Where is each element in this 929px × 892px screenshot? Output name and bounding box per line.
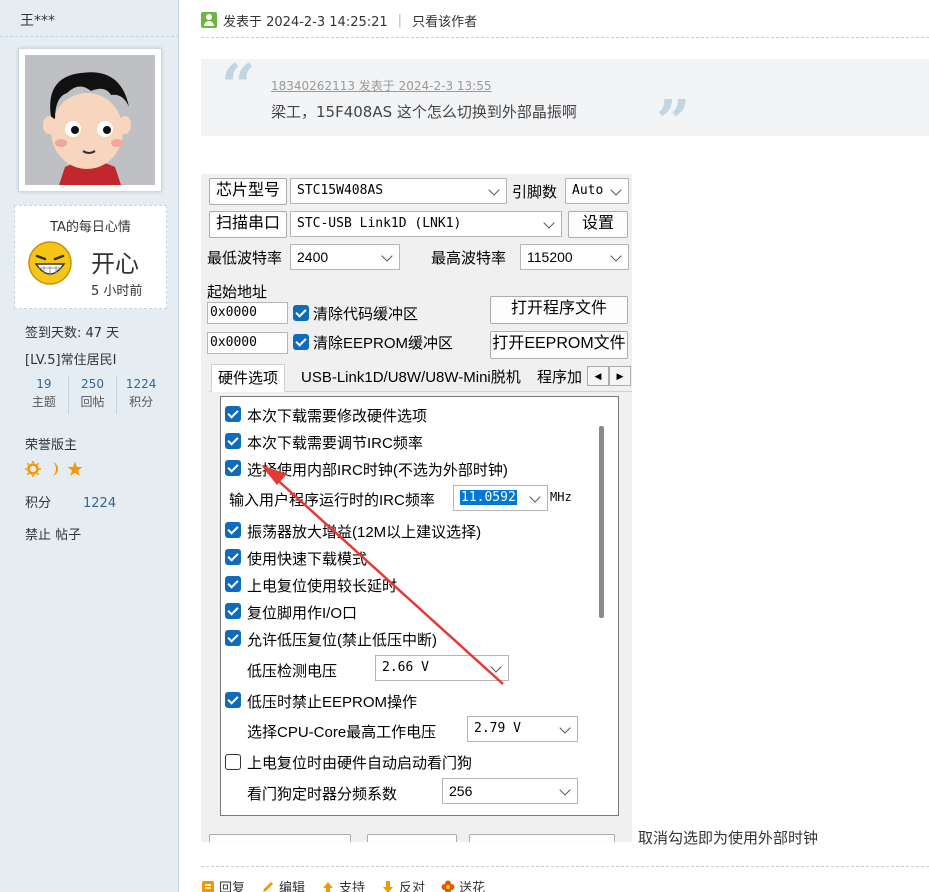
- edit-label: 编辑: [279, 881, 306, 892]
- happy-face-icon: [27, 240, 73, 286]
- daily-mood-box: TA的每日心情 开心 5 小时前: [14, 205, 167, 309]
- stat-points[interactable]: 1224 积分: [117, 376, 165, 414]
- stat-replies[interactable]: 250 回帖: [69, 376, 118, 414]
- mood-time: 5 小时前: [91, 284, 143, 299]
- honor-title: 荣誉版主: [25, 438, 78, 453]
- post-caption: 取消勾选即为使用外部时钟: [638, 829, 819, 847]
- stat-topics[interactable]: 19 主题: [20, 376, 69, 414]
- avatar-image: [25, 55, 155, 185]
- user-level[interactable]: [LV.5]常住居民I: [25, 349, 116, 368]
- only-author-link[interactable]: 只看该作者: [412, 11, 477, 30]
- rank-medals: [25, 461, 83, 477]
- stat-replies-label: 回帖: [80, 395, 105, 409]
- isp-screenshot[interactable]: 芯片型号 STC15W408AS 引脚数 Auto 扫描串口 STC-USB L…: [201, 174, 632, 842]
- stat-topics-label: 主题: [31, 395, 56, 409]
- star-icon: [67, 461, 83, 476]
- post-header: 发表于 2024-2-3 14:25:21 | 只看该作者: [201, 10, 477, 30]
- reply-label: 回复: [219, 881, 246, 892]
- signin-days: 签到天数: 47 天: [25, 326, 120, 341]
- reply-button[interactable]: 回复: [201, 877, 245, 892]
- separator: |: [397, 12, 403, 28]
- flower-icon: [441, 880, 455, 892]
- divider: [201, 866, 929, 867]
- divider: [201, 37, 929, 38]
- reply-icon: [202, 880, 214, 892]
- points-value[interactable]: 1224: [83, 496, 116, 511]
- stat-points-label: 积分: [129, 395, 154, 409]
- post-time: 发表于 2024-2-3 14:25:21: [223, 14, 388, 30]
- divider: [0, 36, 179, 37]
- send-flower-button[interactable]: 送花: [441, 877, 485, 892]
- sun-icon: [25, 461, 41, 477]
- annotation-arrow: [261, 465, 504, 685]
- support-button[interactable]: 支持: [321, 877, 365, 892]
- stat-replies-count[interactable]: 250: [69, 376, 117, 392]
- moon-icon: [51, 462, 58, 476]
- stat-topics-count[interactable]: 19: [20, 376, 68, 392]
- ban-post-link[interactable]: 禁止 帖子: [25, 524, 81, 543]
- user-stats: 19 主题 250 回帖 1224 积分: [20, 376, 165, 414]
- online-user-icon: [201, 12, 217, 28]
- stat-points-count[interactable]: 1224: [117, 376, 165, 392]
- mood-text: 开心: [91, 250, 139, 278]
- oppose-button[interactable]: 反对: [381, 877, 425, 892]
- post-actions: 回复 编辑 支持 反对 送花: [201, 877, 485, 892]
- points-row: 积分 1224: [25, 492, 116, 511]
- quote-meta-link[interactable]: 18340262113 发表于 2024-2-3 13:55: [271, 77, 491, 94]
- quote-text: 梁工，15F408AS 这个怎么切换到外部晶振啊: [271, 103, 577, 121]
- edit-button[interactable]: 编辑: [261, 877, 305, 892]
- send-flower-label: 送花: [459, 881, 486, 892]
- mood-title: TA的每日心情: [50, 220, 131, 235]
- points-label: 积分: [25, 496, 52, 511]
- close-quote-icon: ”: [656, 88, 691, 158]
- support-label: 支持: [339, 881, 366, 892]
- down-arrow-icon: [383, 880, 394, 892]
- quote-block: “ 18340262113 发表于 2024-2-3 13:55 梁工，15F4…: [201, 52, 929, 153]
- author-sidebar: 王*** TA的每日心情 开心 5 小时前 签到天数: 47 天 [LV.5]常…: [0, 0, 179, 892]
- oppose-label: 反对: [399, 881, 426, 892]
- avatar[interactable]: [18, 48, 162, 192]
- up-arrow-icon: [323, 881, 334, 892]
- author-username[interactable]: 王***: [20, 10, 55, 30]
- edit-icon: [263, 881, 274, 892]
- open-quote-icon: “: [221, 52, 256, 122]
